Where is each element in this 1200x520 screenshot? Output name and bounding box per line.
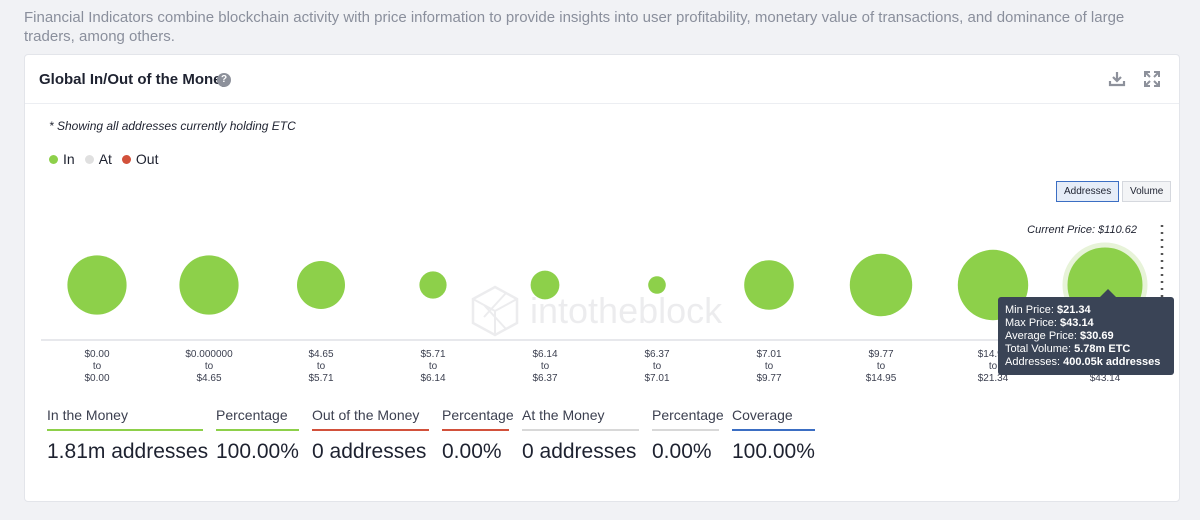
stat-out-percentage: Percentage 0.00% <box>442 407 514 464</box>
stat-bar <box>442 429 509 431</box>
bubble[interactable] <box>179 255 239 315</box>
tick-label: $0.000000 <box>185 349 233 360</box>
card-header: Global In/Out of the Money ? <box>25 55 1179 104</box>
stat-label: Coverage <box>732 407 793 423</box>
bubble[interactable] <box>297 261 345 309</box>
tick-label-to: to <box>653 361 662 372</box>
stat-label: Out of the Money <box>312 407 420 423</box>
tick-label: $7.01 <box>756 349 781 360</box>
tick-label: $6.14 <box>532 349 557 360</box>
intro-text: Financial Indicators combine blockchain … <box>24 9 1125 45</box>
tick-label-to: to <box>317 361 326 372</box>
stat-bar <box>652 429 719 431</box>
tooltip-total-volume: 5.78m ETC <box>1074 343 1131 355</box>
tooltip-min-price-label: Min Price: <box>1005 304 1054 316</box>
stat-value: 0 addresses <box>312 440 427 463</box>
stat-value: 1.81m addresses <box>47 440 209 463</box>
tick-label-to: to <box>877 361 886 372</box>
watermark: intotheblock <box>471 285 723 337</box>
tick-label: $0.00 <box>84 373 109 384</box>
tick-label: $5.71 <box>420 349 445 360</box>
stat-bar <box>47 429 203 431</box>
stat-label: Percentage <box>216 407 288 423</box>
addresses-toggle-button[interactable]: Addresses <box>1056 181 1120 202</box>
tick-label: $9.77 <box>756 373 781 384</box>
tick-label-to: to <box>429 361 438 372</box>
stat-coverage: Coverage 100.00% <box>732 407 815 464</box>
stat-bar <box>522 429 639 431</box>
legend-item-at[interactable]: At <box>84 151 112 167</box>
tooltip-total-volume-label: Total Volume: <box>1005 343 1072 355</box>
tooltip-min-price: $21.34 <box>1056 304 1091 316</box>
stat-value: 0 addresses <box>522 440 637 463</box>
tick-label: $4.65 <box>196 373 221 384</box>
stat-label: In the Money <box>47 407 128 423</box>
stat-value: 0.00% <box>652 440 712 463</box>
stat-bar <box>732 429 815 431</box>
legend-dot-at <box>84 154 94 164</box>
bubble[interactable] <box>849 253 913 317</box>
tooltip-max-price: $43.14 <box>1060 317 1094 329</box>
tick-label: $7.01 <box>644 373 669 384</box>
tick-label-to: to <box>989 361 998 372</box>
tooltip-addresses-label: Addresses: <box>1005 356 1061 368</box>
tick-label: $0.00 <box>84 349 109 360</box>
tick-label: $14.95 <box>866 373 897 384</box>
stat-at-percentage: Percentage 0.00% <box>652 407 724 464</box>
current-price-label: Current Price: $110.62 <box>1027 224 1137 236</box>
stat-in-percentage: Percentage 100.00% <box>216 407 299 464</box>
watermark-text: intotheblock <box>530 290 723 331</box>
stat-value: 0.00% <box>442 440 502 463</box>
tick-label: $9.77 <box>868 349 893 360</box>
stat-label: Percentage <box>442 407 514 423</box>
stat-in-the-money: In the Money 1.81m addresses <box>47 407 209 464</box>
legend-label-out: Out <box>135 151 159 167</box>
legend-dot-in <box>49 154 58 164</box>
stat-at-the-money: At the Money 0 addresses <box>522 407 639 464</box>
legend-item-in[interactable]: In <box>49 151 75 167</box>
tick-label-to: to <box>93 361 102 372</box>
bubble[interactable] <box>419 271 447 299</box>
tick-label: $6.14 <box>420 373 445 384</box>
stat-out-of-the-money: Out of the Money 0 addresses <box>312 407 429 464</box>
chart-card: Global In/Out of the Money ? * Showing a… <box>24 54 1180 502</box>
tick-label: $6.37 <box>532 373 557 384</box>
stat-value: 100.00% <box>732 440 815 463</box>
legend-label-in: In <box>63 151 75 167</box>
legend-dot-out <box>121 154 131 164</box>
tick-label-to: to <box>205 361 214 372</box>
stat-bar <box>312 429 429 431</box>
tooltip-avg-price-label: Average Price: <box>1005 330 1077 342</box>
tooltip-arrow <box>1100 289 1116 297</box>
tooltip-max-price-label: Max Price: <box>1005 317 1057 329</box>
stat-bar <box>216 429 299 431</box>
tick-label-to: to <box>765 361 774 372</box>
stat-value: 100.00% <box>216 440 299 463</box>
tick-label: $5.71 <box>308 373 333 384</box>
tick-label-to: to <box>541 361 550 372</box>
download-icon[interactable] <box>1107 69 1127 89</box>
bubble[interactable] <box>67 255 127 315</box>
bubble[interactable] <box>744 260 794 310</box>
tick-label: $6.37 <box>644 349 669 360</box>
stat-label: At the Money <box>522 407 605 423</box>
bubble[interactable] <box>530 270 560 300</box>
tooltip-addresses: 400.05k addresses <box>1063 356 1161 368</box>
legend-label-at: At <box>98 151 112 167</box>
tooltip-avg-price: $30.69 <box>1080 330 1114 342</box>
holding-note: * Showing all addresses currently holdin… <box>49 119 296 133</box>
legend-item-out[interactable]: Out <box>121 151 159 167</box>
tick-label: $4.65 <box>308 349 333 360</box>
card-title: Global In/Out of the Money <box>39 71 230 88</box>
expand-icon[interactable] <box>1142 69 1162 89</box>
legend: In At Out <box>49 150 169 168</box>
bubble-tooltip: Min Price: $21.34 Max Price: $43.14 Aver… <box>998 297 1174 375</box>
stat-label: Percentage <box>652 407 724 423</box>
help-icon[interactable]: ? <box>217 73 231 87</box>
volume-toggle-button[interactable]: Volume <box>1122 181 1172 202</box>
bubble[interactable] <box>648 276 666 294</box>
